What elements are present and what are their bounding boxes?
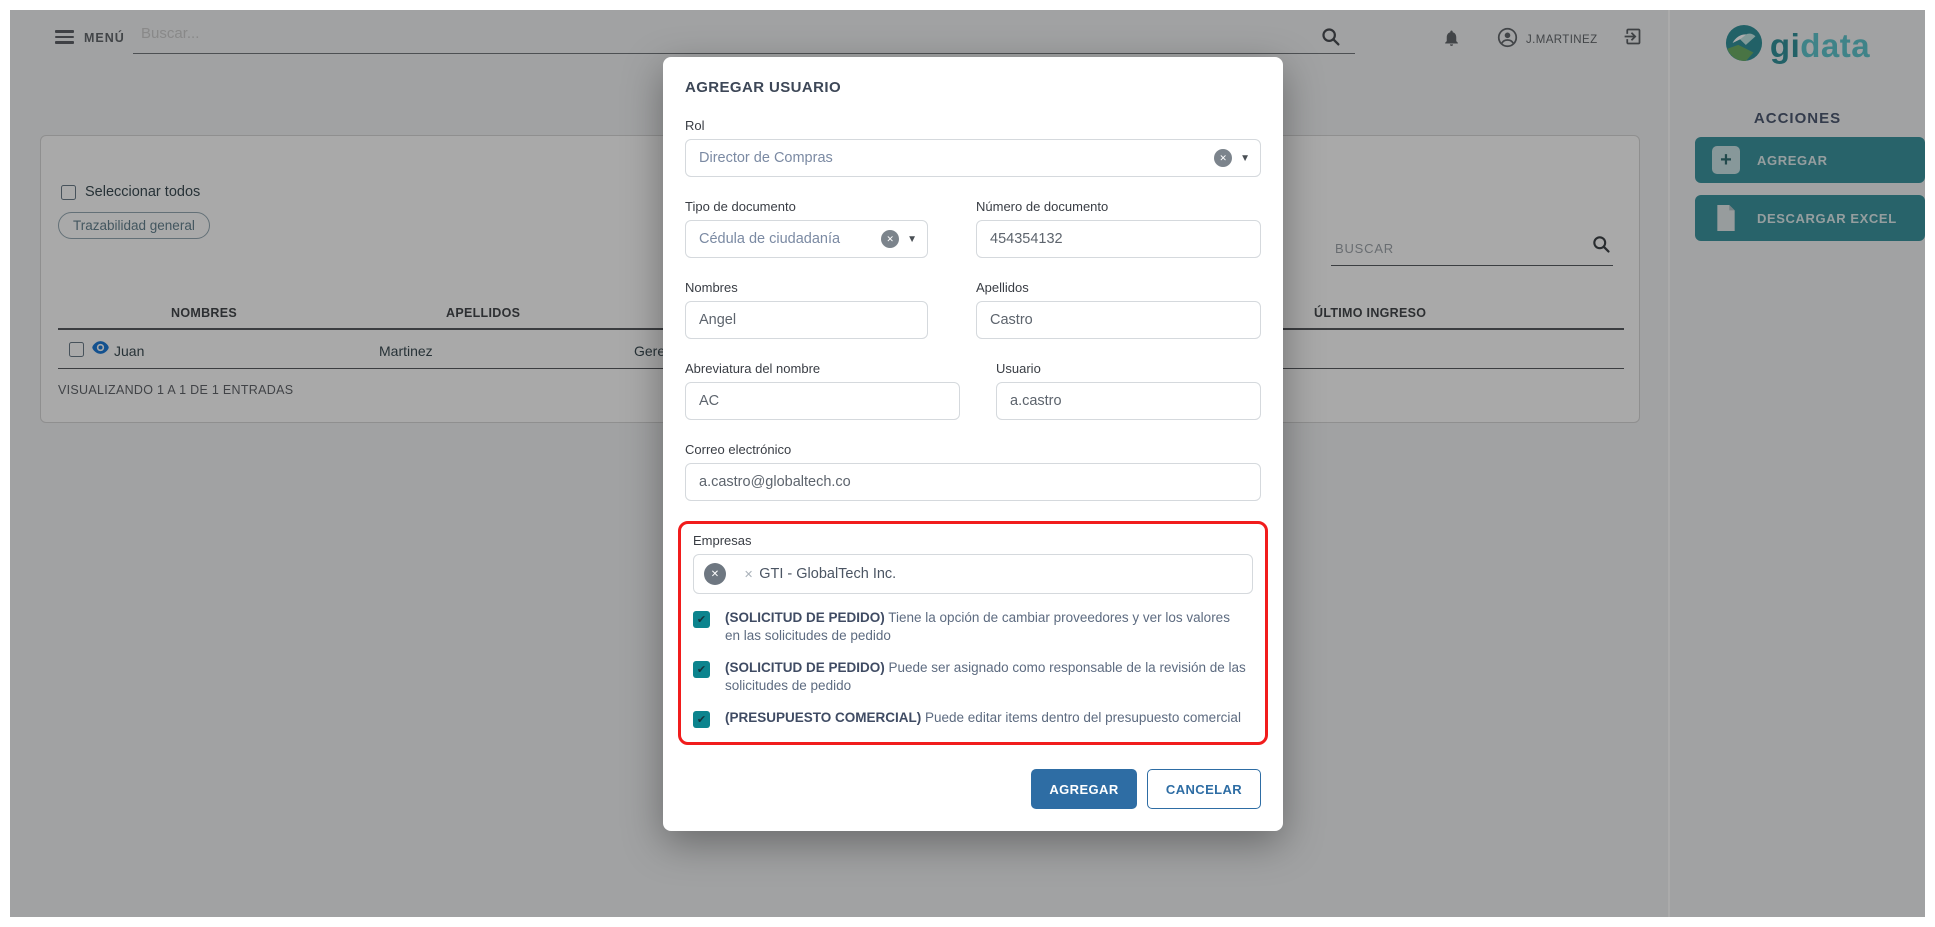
permission-text: (SOLICITUD DE PEDIDO) Tiene la opción de… [725,609,1247,644]
nombres-label: Nombres [685,280,928,295]
permission-text: (SOLICITUD DE PEDIDO) Puede ser asignado… [725,659,1247,694]
add-user-modal: AGREGAR USUARIO Rol Director de Compras … [663,57,1283,831]
tipo-documento-caret-icon[interactable]: ▼ [907,234,917,245]
numero-documento-input[interactable] [990,231,1250,247]
modal-cancel-button[interactable]: CANCELAR [1147,769,1261,809]
rol-select[interactable]: Director de Compras ✕ ▼ [685,139,1261,177]
field-numero-documento: Número de documento [976,199,1261,258]
modal-title: AGREGAR USUARIO [685,79,1261,96]
empresa-chip: ✕ GTI - GlobalTech Inc. [744,566,896,582]
app-window: MENÚ J.MARTINEZ [10,10,1925,917]
tipo-documento-clear-icon[interactable]: ✕ [881,230,899,248]
empresas-highlight-box: Empresas ✕ ✕ GTI - GlobalTech Inc. (SOLI… [678,521,1268,745]
apellidos-label: Apellidos [976,280,1261,295]
empresas-multiselect[interactable]: ✕ ✕ GTI - GlobalTech Inc. [693,554,1253,594]
rol-label: Rol [685,118,1261,133]
usuario-label: Usuario [996,361,1261,376]
chip-label: GTI - GlobalTech Inc. [759,566,896,582]
page: MENÚ J.MARTINEZ [0,0,1935,927]
correo-label: Correo electrónico [685,442,1261,457]
field-tipo-documento: Tipo de documento Cédula de ciudadanía ✕… [685,199,928,258]
permission-row: (SOLICITUD DE PEDIDO) Puede ser asignado… [693,659,1253,694]
field-correo: Correo electrónico [685,442,1261,501]
rol-value: Director de Compras [699,150,1214,166]
permission-checkbox-checked[interactable] [693,661,710,678]
field-usuario: Usuario [996,361,1261,420]
field-abreviatura: Abreviatura del nombre [685,361,960,420]
modal-submit-button[interactable]: AGREGAR [1031,769,1137,809]
chip-remove-icon[interactable]: ✕ [744,568,753,581]
apellidos-input[interactable] [990,312,1250,328]
abreviatura-input[interactable] [699,393,949,409]
correo-input[interactable] [699,474,1250,490]
tipo-documento-value: Cédula de ciudadanía [699,231,881,247]
modal-actions: AGREGAR CANCELAR [685,769,1261,809]
tipo-documento-label: Tipo de documento [685,199,928,214]
abreviatura-label: Abreviatura del nombre [685,361,960,376]
permission-text: (PRESUPUESTO COMERCIAL) Puede editar ite… [725,709,1247,727]
field-rol: Rol Director de Compras ✕ ▼ [685,118,1261,177]
empresas-clear-icon[interactable]: ✕ [704,563,726,585]
rol-caret-icon[interactable]: ▼ [1240,153,1250,164]
field-apellidos: Apellidos [976,280,1261,339]
usuario-input[interactable] [1010,393,1250,409]
permission-checkbox-checked[interactable] [693,611,710,628]
numero-documento-label: Número de documento [976,199,1261,214]
field-nombres: Nombres [685,280,928,339]
nombres-input[interactable] [699,312,917,328]
rol-clear-icon[interactable]: ✕ [1214,149,1232,167]
permission-row: (SOLICITUD DE PEDIDO) Tiene la opción de… [693,609,1253,644]
permission-checkbox-checked[interactable] [693,711,710,728]
permission-row: (PRESUPUESTO COMERCIAL) Puede editar ite… [693,709,1253,728]
tipo-documento-select[interactable]: Cédula de ciudadanía ✕ ▼ [685,220,928,258]
empresas-label: Empresas [693,533,1253,548]
